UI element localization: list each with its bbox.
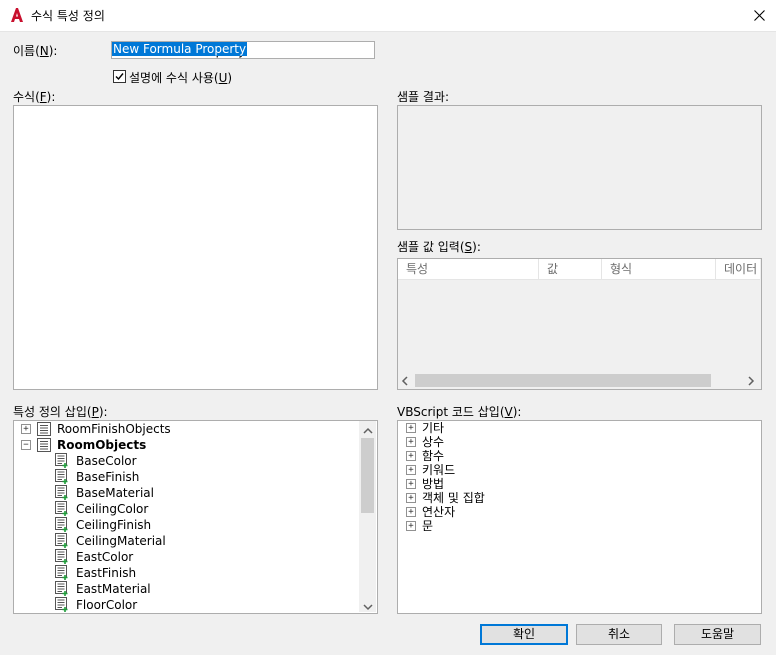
cancel-button[interactable]: 취소 <box>576 624 662 645</box>
column-header-value[interactable]: 값 <box>539 259 602 279</box>
tree-node-label: FloorColor <box>76 598 138 612</box>
use-in-description-checkbox[interactable] <box>113 70 126 83</box>
vbscript-category-label: 방법 <box>422 477 445 491</box>
tree-node-label: RoomObjects <box>57 438 147 452</box>
formula-textarea[interactable] <box>13 105 378 390</box>
vbscript-category-label: 연산자 <box>422 505 456 519</box>
tree-node-label: CeilingMaterial <box>76 534 166 548</box>
tree-node-label: BaseMaterial <box>76 486 154 500</box>
tree-node-label: RoomFinishObjects <box>57 422 171 436</box>
tree-node-label: CeilingColor <box>76 502 149 516</box>
vbscript-category-label: 키워드 <box>422 463 456 477</box>
checkmark-icon <box>115 73 124 81</box>
vbscript-category-label: 상수 <box>422 435 445 449</box>
insert-vbscript-label: VBScript 코드 삽입(V): <box>397 405 522 419</box>
expand-icon[interactable]: + <box>406 437 416 447</box>
vbscript-category-label: 문 <box>422 519 434 533</box>
property-set-icon <box>37 438 51 456</box>
scroll-up-icon[interactable] <box>363 424 373 438</box>
name-input-value: New Formula Property <box>112 42 248 56</box>
horizontal-scroll-thumb[interactable] <box>415 374 711 387</box>
expand-icon[interactable]: + <box>406 479 416 489</box>
sample-result-label: 샘플 결과: <box>397 90 450 104</box>
tree-node-label: EastFinish <box>76 566 137 580</box>
formula-label: 수식(F): <box>13 90 56 104</box>
expand-icon[interactable]: + <box>406 521 416 531</box>
close-button[interactable] <box>743 0 776 31</box>
column-header-data[interactable]: 데이터 <box>716 259 760 279</box>
tree-node-label: EastColor <box>76 550 134 564</box>
collapse-icon[interactable]: − <box>21 440 31 450</box>
sample-result-box <box>397 105 762 230</box>
tree-node-label: BaseFinish <box>76 470 140 484</box>
expand-icon[interactable]: + <box>406 423 416 433</box>
sample-input-label: 샘플 값 입력(S): <box>397 240 481 254</box>
expand-icon[interactable]: + <box>21 424 31 434</box>
expand-icon[interactable]: + <box>406 493 416 503</box>
scroll-down-icon[interactable] <box>363 600 373 614</box>
expand-icon[interactable]: + <box>406 507 416 517</box>
vbscript-category-label: 함수 <box>422 449 445 463</box>
name-label: 이름(N): <box>13 44 58 58</box>
use-in-description-label[interactable]: 설명에 수식 사용(U) <box>129 69 232 86</box>
scroll-right-icon[interactable] <box>747 375 755 389</box>
window-title: 수식 특성 정의 <box>31 9 105 23</box>
vertical-scroll-thumb[interactable] <box>361 438 374 513</box>
sample-values-header: 특성 값 형식 데이터 <box>398 259 760 280</box>
vbscript-tree[interactable]: + 기타 + 상수 + 함수 + 키워드 + 방법 + 객체 및 집합 + 연산자 + 문 <box>397 420 762 614</box>
help-button[interactable]: 도움말 <box>674 624 761 645</box>
vbscript-category-label: 객체 및 집합 <box>422 491 485 505</box>
property-definition-tree[interactable]: + RoomFinishObjects − RoomObjects BaseColor B… <box>13 420 378 614</box>
insert-property-label: 특성 정의 삽입(P): <box>13 405 108 419</box>
tree-node-label: BaseColor <box>76 454 137 468</box>
property-definition-icon <box>55 597 69 613</box>
autocad-a-icon <box>9 7 25 23</box>
ok-button[interactable]: 확인 <box>480 624 568 645</box>
vbscript-category-label: 기타 <box>422 421 445 435</box>
tree-node-label: CeilingFinish <box>76 518 152 532</box>
scroll-left-icon[interactable] <box>401 375 409 389</box>
tree-node-label: EastMaterial <box>76 582 151 596</box>
title-bar: 수식 특성 정의 <box>0 0 776 32</box>
column-header-format[interactable]: 형식 <box>602 259 716 279</box>
column-header-property[interactable]: 특성 <box>398 259 539 279</box>
close-icon <box>754 10 765 21</box>
expand-icon[interactable]: + <box>406 465 416 475</box>
expand-icon[interactable]: + <box>406 451 416 461</box>
